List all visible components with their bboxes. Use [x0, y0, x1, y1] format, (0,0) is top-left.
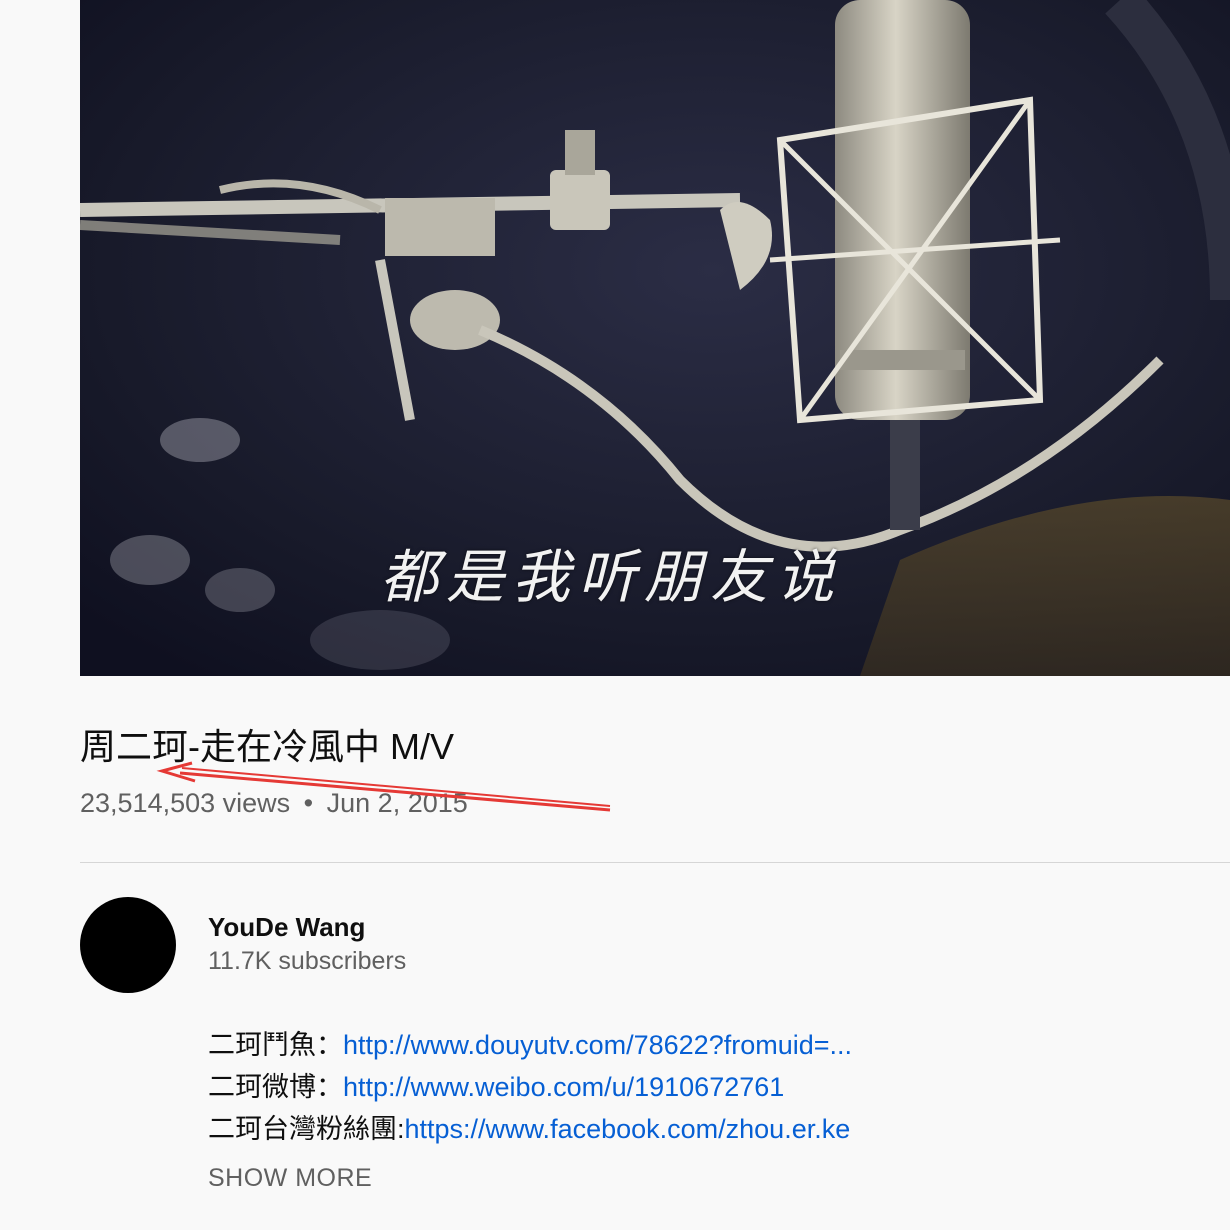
channel-avatar[interactable]	[80, 897, 176, 993]
channel-name[interactable]: YouDe Wang	[208, 912, 365, 943]
video-description: 二珂鬥魚：http://www.douyutv.com/78622?fromui…	[208, 1024, 852, 1150]
video-meta: 23,514,503 views • Jun 2, 2015	[80, 788, 468, 819]
description-label: 二珂鬥魚：	[208, 1030, 343, 1060]
description-label: 二珂台灣粉絲團:	[208, 1114, 405, 1144]
video-subtitle: 都是我听朋友说	[380, 543, 843, 611]
description-line: 二珂鬥魚：http://www.douyutv.com/78622?fromui…	[208, 1024, 852, 1066]
description-label: 二珂微博：	[208, 1072, 343, 1102]
description-link[interactable]: http://www.weibo.com/u/1910672761	[343, 1072, 784, 1102]
video-player[interactable]: 都是我听朋友说	[80, 0, 1230, 676]
description-line: 二珂微博：http://www.weibo.com/u/1910672761	[208, 1066, 852, 1108]
divider	[80, 862, 1230, 863]
video-watch-page: 都是我听朋友说 周二珂-走在冷風中 M/V 23,514,503 views •…	[0, 0, 1230, 1230]
meta-separator: •	[303, 788, 314, 818]
description-link[interactable]: https://www.facebook.com/zhou.er.ke	[405, 1114, 851, 1144]
subscriber-count: 11.7K subscribers	[208, 947, 407, 975]
video-title: 周二珂-走在冷風中 M/V	[80, 726, 454, 767]
upload-date: Jun 2, 2015	[326, 788, 468, 818]
show-more-button[interactable]: SHOW MORE	[208, 1164, 372, 1193]
view-count: 23,514,503 views	[80, 788, 291, 818]
description-link[interactable]: http://www.douyutv.com/78622?fromuid=...	[343, 1030, 852, 1060]
description-line: 二珂台灣粉絲團:https://www.facebook.com/zhou.er…	[208, 1108, 852, 1150]
